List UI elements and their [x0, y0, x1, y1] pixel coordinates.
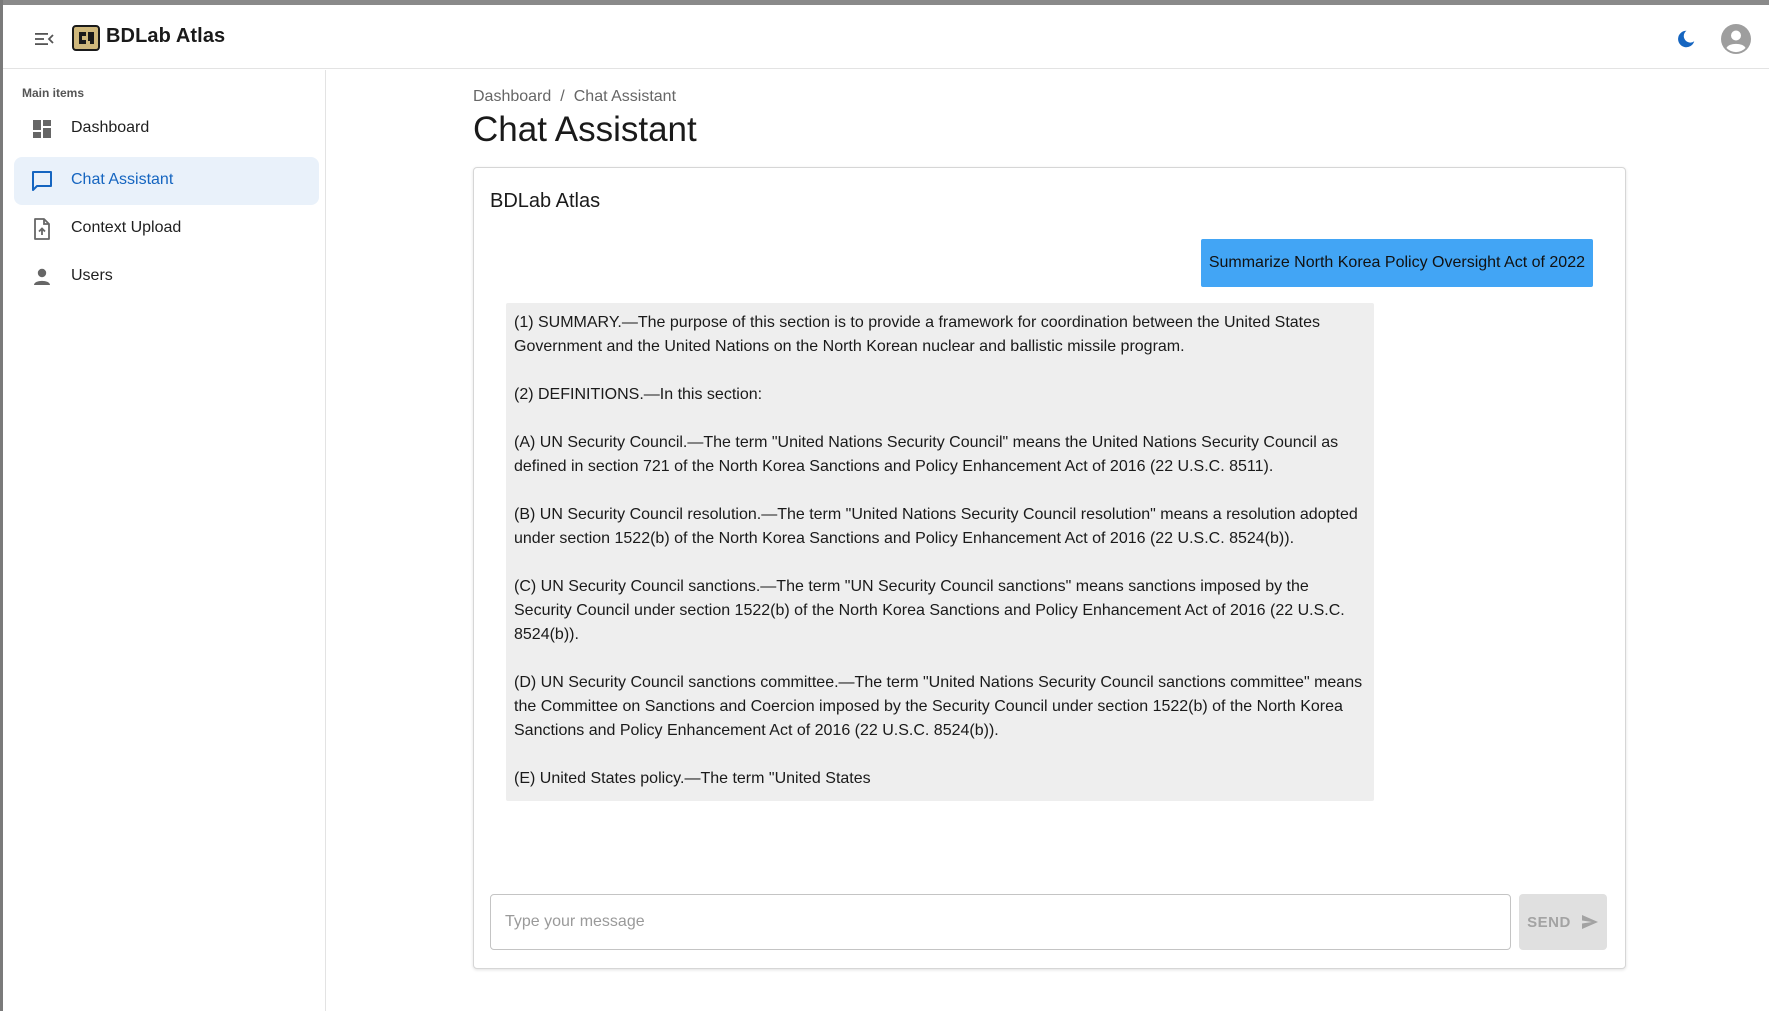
- assistant-message-bubble: (1) SUMMARY.—The purpose of this section…: [506, 303, 1374, 801]
- sidebar-heading: Main items: [22, 86, 85, 100]
- account-circle-icon: [1721, 24, 1751, 54]
- app-bar: BDLab Atlas: [3, 5, 1769, 69]
- message-composer: SEND: [490, 894, 1611, 950]
- theme-toggle-button[interactable]: [1671, 24, 1701, 54]
- dashboard-icon: [30, 117, 54, 141]
- sidebar-item-label: Chat Assistant: [71, 171, 174, 188]
- page-title: Chat Assistant: [473, 110, 697, 149]
- menu-collapse-button[interactable]: [29, 24, 59, 54]
- send-button[interactable]: SEND: [1519, 894, 1607, 950]
- send-button-label: SEND: [1527, 913, 1571, 931]
- moon-icon: [1678, 30, 1695, 48]
- menu-collapse-icon: [35, 33, 54, 45]
- person-icon: [30, 265, 54, 289]
- breadcrumb-separator: /: [560, 88, 565, 105]
- sidebar: Main items Dashboard Chat Assistant Cont…: [3, 70, 326, 1011]
- chat-panel: BDLab Atlas Summarize North Korea Policy…: [473, 167, 1626, 969]
- app-title: BDLab Atlas: [106, 25, 226, 47]
- user-message-bubble: Summarize North Korea Policy Oversight A…: [1200, 239, 1593, 287]
- chat-icon: [30, 169, 54, 193]
- upload-file-icon: [30, 217, 54, 241]
- chat-panel-title: BDLab Atlas: [490, 190, 601, 212]
- sidebar-item-dashboard[interactable]: Dashboard: [14, 105, 319, 153]
- breadcrumb-item-current: Chat Assistant: [573, 88, 677, 105]
- breadcrumb: Dashboard / Chat Assistant: [473, 88, 676, 106]
- sidebar-item-label: Dashboard: [71, 119, 150, 136]
- sidebar-item-label: Context Upload: [71, 219, 182, 236]
- message-input[interactable]: [490, 894, 1511, 950]
- main-content: Dashboard / Chat Assistant Chat Assistan…: [326, 70, 1769, 1011]
- breadcrumb-item-dashboard[interactable]: Dashboard: [473, 88, 551, 106]
- account-button[interactable]: [1717, 20, 1755, 58]
- logo-icon: [70, 22, 102, 54]
- sidebar-item-label: Users: [71, 267, 113, 284]
- sidebar-item-context-upload[interactable]: Context Upload: [14, 205, 319, 253]
- sidebar-item-users[interactable]: Users: [14, 253, 319, 301]
- send-icon: [1581, 915, 1598, 929]
- sidebar-item-chat-assistant[interactable]: Chat Assistant: [14, 157, 319, 205]
